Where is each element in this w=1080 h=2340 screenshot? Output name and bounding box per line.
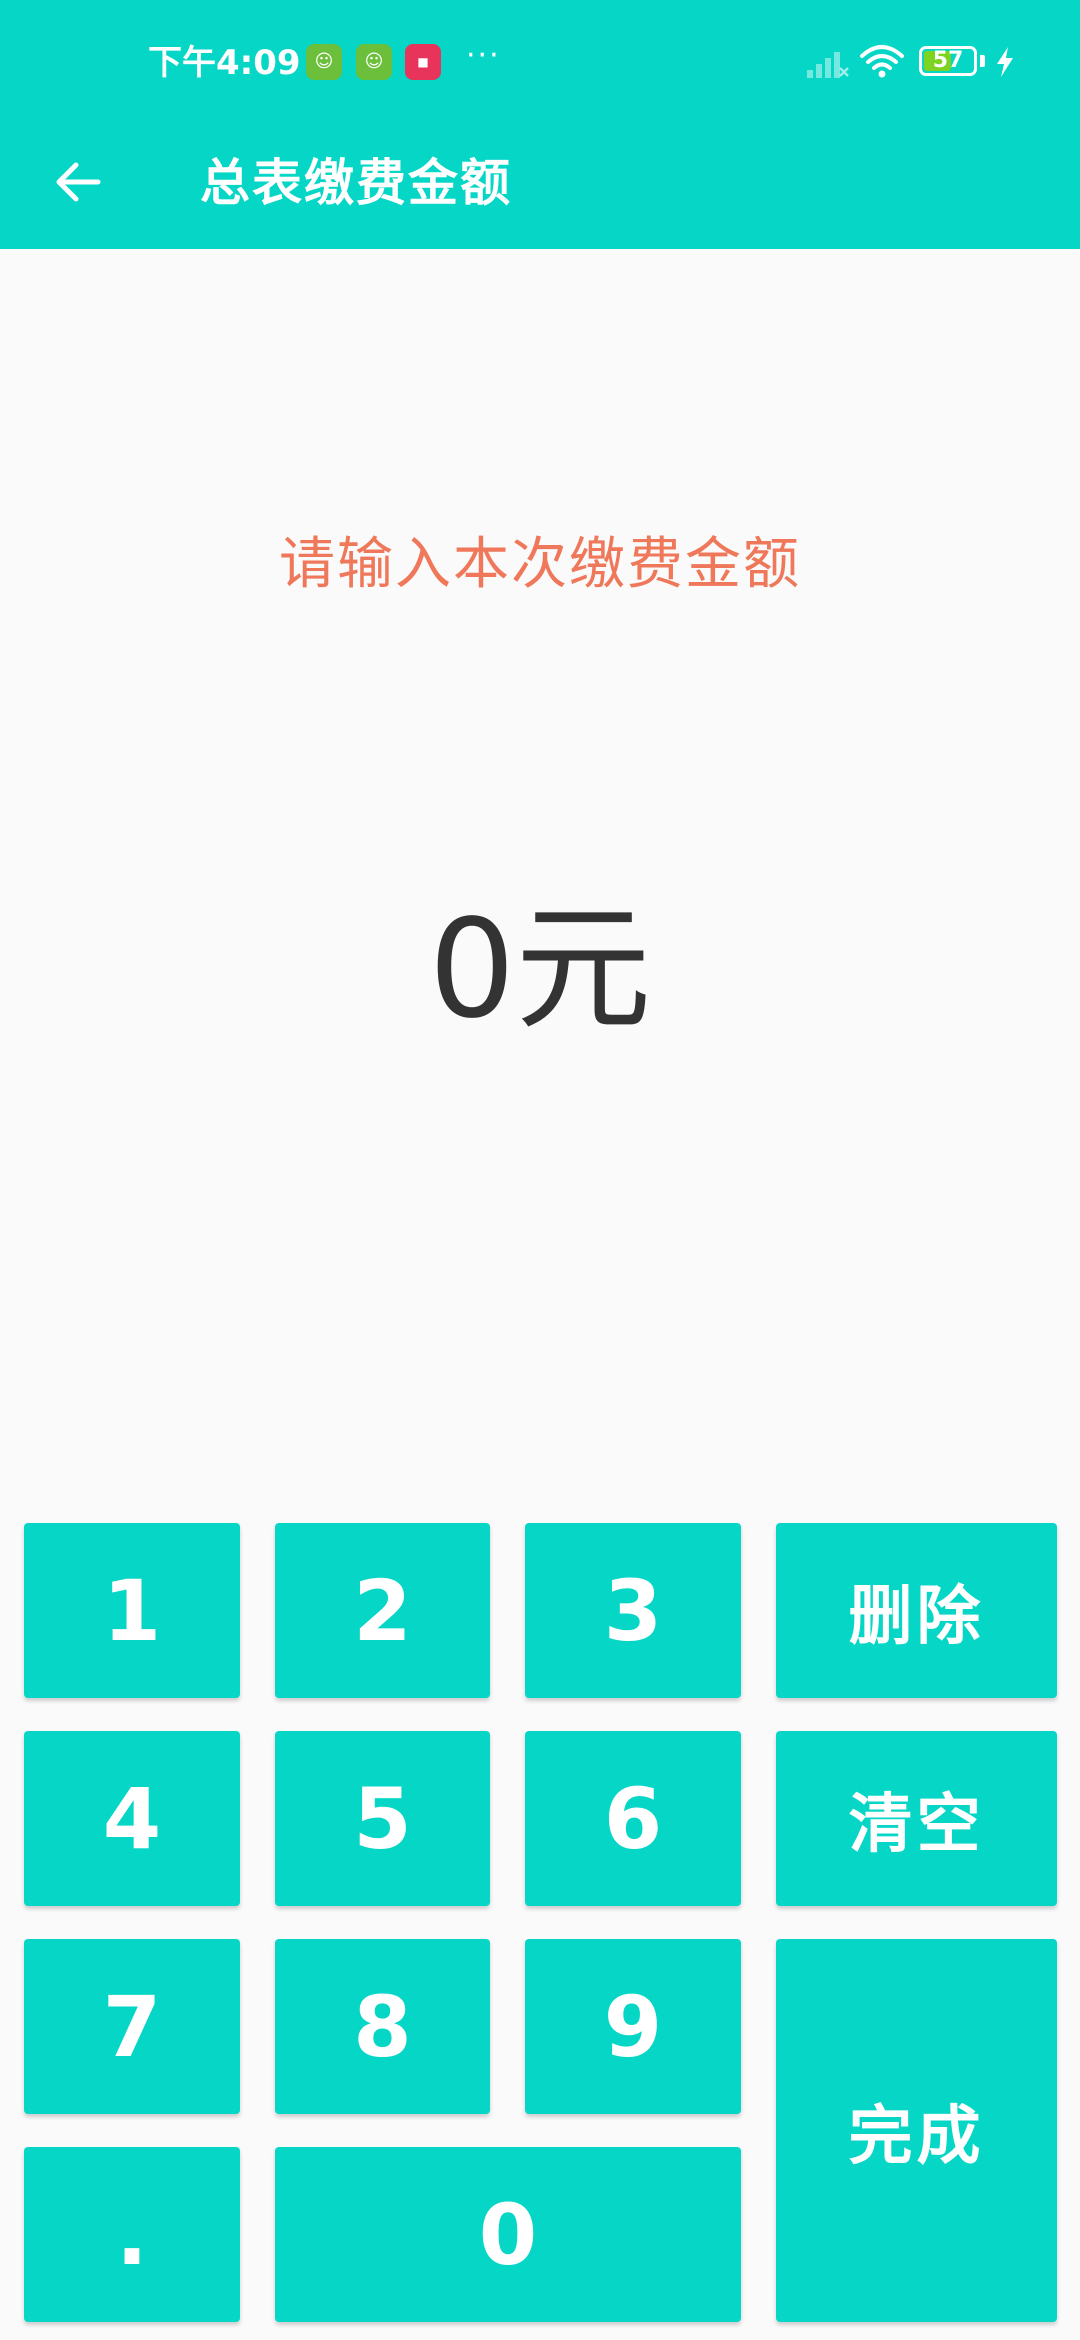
done-button[interactable]: 完成 (776, 1939, 1057, 2322)
clear-button[interactable]: 清空 (776, 1731, 1057, 1906)
cell-signal-icon (807, 52, 849, 78)
key-7[interactable]: 7 (24, 1939, 240, 2114)
amount-display: 0元 (428, 891, 652, 1049)
key-0[interactable]: 0 (275, 2147, 741, 2322)
amount-prompt: 请输入本次缴费金额 (279, 532, 801, 597)
top-bar: 下午4:09 ☺ ☺ ■ ··· 57 总表缴费金额 (0, 0, 1080, 249)
key-9[interactable]: 9 (525, 1939, 741, 2114)
charging-bolt-icon (997, 47, 1013, 77)
notification-app-icon: ■ (405, 44, 441, 80)
battery-tip (980, 55, 985, 67)
key-5[interactable]: 5 (275, 1731, 490, 1906)
app-bar: 总表缴费金额 (0, 120, 1080, 249)
key-dot[interactable]: . (24, 2147, 240, 2322)
key-4[interactable]: 4 (24, 1731, 240, 1906)
back-button[interactable] (36, 140, 120, 224)
key-3[interactable]: 3 (525, 1523, 741, 1698)
battery-level: 57 (932, 48, 964, 73)
wifi-icon (860, 45, 904, 78)
status-time: 下午4:09 (148, 43, 301, 83)
key-2[interactable]: 2 (275, 1523, 490, 1698)
delete-button[interactable]: 删除 (776, 1523, 1057, 1698)
notification-app-icon: ☺ (306, 44, 342, 80)
battery-icon: 57 (919, 46, 977, 76)
key-6[interactable]: 6 (525, 1731, 741, 1906)
key-8[interactable]: 8 (275, 1939, 490, 2114)
app-root: 下午4:09 ☺ ☺ ■ ··· 57 总表缴费金额 请输入本次缴费金额 0元 … (0, 0, 1080, 2340)
notification-app-icon: ☺ (356, 44, 392, 80)
arrow-left-icon (56, 162, 101, 202)
status-bar: 下午4:09 ☺ ☺ ■ ··· 57 (0, 0, 1080, 120)
key-1[interactable]: 1 (24, 1523, 240, 1698)
page-title: 总表缴费金额 (200, 154, 512, 212)
more-notifications-icon: ··· (466, 38, 501, 73)
